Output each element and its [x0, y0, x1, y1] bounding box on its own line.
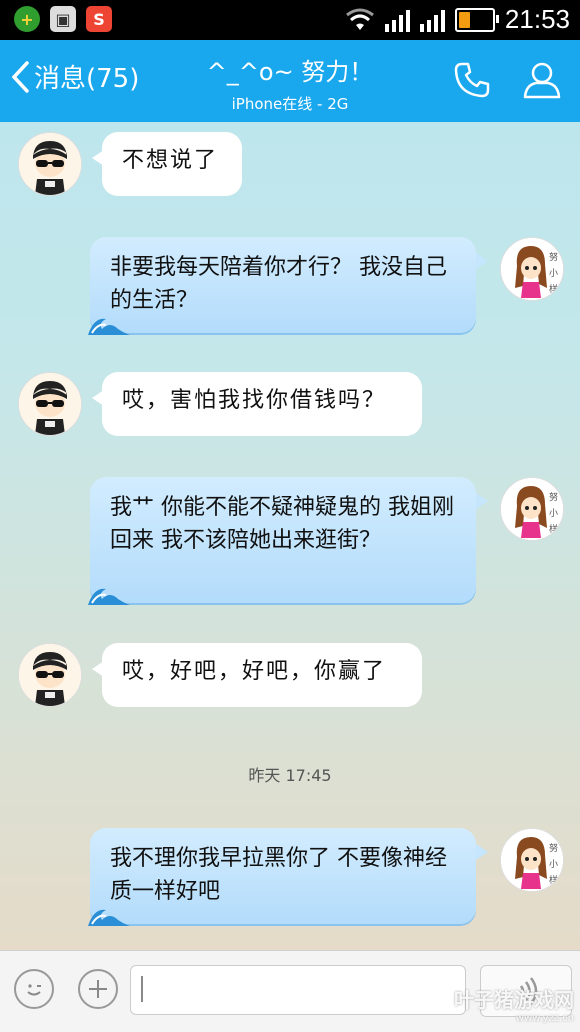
contact-avatar[interactable] — [18, 132, 82, 196]
signal-icon-1 — [384, 8, 410, 32]
message-bubble-incoming[interactable]: 不想说了 — [92, 132, 242, 196]
contact-avatar[interactable] — [18, 643, 82, 707]
phone-icon — [454, 62, 490, 98]
boy-avatar-icon — [19, 133, 81, 195]
text-cursor — [141, 976, 143, 1002]
chat-header: 消息(75) ^_^o~ 努力！ iPhone在线 - 2G — [0, 40, 580, 122]
smiley-icon — [27, 984, 41, 996]
message-bubble-incoming[interactable]: 哎，害怕我找你借钱吗？ — [92, 372, 422, 436]
girl-avatar-icon: 努小样 — [501, 238, 563, 300]
wave-decoration-icon — [88, 909, 130, 926]
message-bubble-outgoing[interactable]: 非要我每天陪着你才行？ 我没自己的生活？ — [88, 237, 488, 335]
svg-text:样: 样 — [549, 283, 558, 295]
watermark-main: 叶子猪游戏网 — [454, 988, 574, 1012]
message-bubble-outgoing[interactable]: 我艹 你能不能不疑神疑鬼的 我姐刚回来 我不该陪她出来逛街？ — [88, 477, 488, 605]
emoji-button[interactable] — [14, 969, 54, 1009]
svg-text:样: 样 — [549, 874, 558, 886]
svg-text:努: 努 — [549, 491, 558, 503]
message-timestamp: 昨天 17:45 — [248, 766, 332, 785]
wifi-icon — [346, 8, 374, 30]
girl-avatar-icon: 努小样 — [501, 478, 563, 540]
svg-text:小: 小 — [549, 268, 558, 279]
message-text: 不想说了 — [122, 148, 219, 173]
svg-text:努: 努 — [549, 251, 558, 263]
my-avatar[interactable]: 努小样 — [500, 237, 564, 301]
boy-avatar-icon — [19, 373, 81, 435]
svg-text:小: 小 — [549, 508, 558, 519]
boy-avatar-icon — [19, 644, 81, 706]
wave-decoration-icon — [88, 588, 130, 605]
wave-decoration-icon — [88, 318, 130, 335]
signal-icon-2 — [419, 8, 445, 32]
input-bar: 叶子猪游戏网 www.yzz.cn — [0, 950, 580, 1032]
girl-avatar-icon: 努小样 — [501, 829, 563, 891]
contact-profile-button[interactable] — [520, 58, 564, 102]
message-bubble-outgoing[interactable]: 我不理你我早拉黑你了 不要像神经质一样好吧 — [88, 828, 488, 926]
message-text: 哎，好吧，好吧，你赢了 — [122, 659, 387, 684]
notification-icons: + ▣ S — [14, 6, 112, 32]
svg-text:小: 小 — [549, 859, 558, 870]
security-app-icon: + — [14, 6, 40, 32]
message-bubble-incoming[interactable]: 哎，好吧，好吧，你赢了 — [92, 643, 422, 707]
my-avatar[interactable]: 努小样 — [500, 477, 564, 541]
sogou-input-icon: S — [86, 6, 112, 32]
person-icon — [523, 62, 561, 99]
message-text: 我艹 你能不能不疑神疑鬼的 我姐刚回来 我不该陪她出来逛街？ — [110, 495, 454, 553]
svg-text:努: 努 — [549, 842, 558, 854]
add-attachment-button[interactable] — [78, 969, 118, 1009]
plus-icon — [89, 980, 107, 998]
site-watermark: 叶子猪游戏网 www.yzz.cn — [454, 984, 574, 1024]
battery-icon — [454, 7, 499, 32]
gallery-icon: ▣ — [50, 6, 76, 32]
call-button[interactable] — [450, 58, 494, 102]
status-bar: + ▣ S 21:53 — [0, 0, 580, 40]
message-text: 非要我每天陪着你才行？ 我没自己的生活？ — [110, 255, 447, 313]
my-avatar[interactable]: 努小样 — [500, 828, 564, 892]
message-text: 哎，害怕我找你借钱吗？ — [122, 388, 387, 413]
message-text: 我不理你我早拉黑你了 不要像神经质一样好吧 — [110, 846, 447, 904]
contact-avatar[interactable] — [18, 372, 82, 436]
message-input[interactable] — [130, 965, 466, 1015]
clock: 21:53 — [504, 4, 570, 34]
watermark-url: www.yzz.cn — [515, 1013, 574, 1024]
svg-text:样: 样 — [549, 523, 558, 535]
